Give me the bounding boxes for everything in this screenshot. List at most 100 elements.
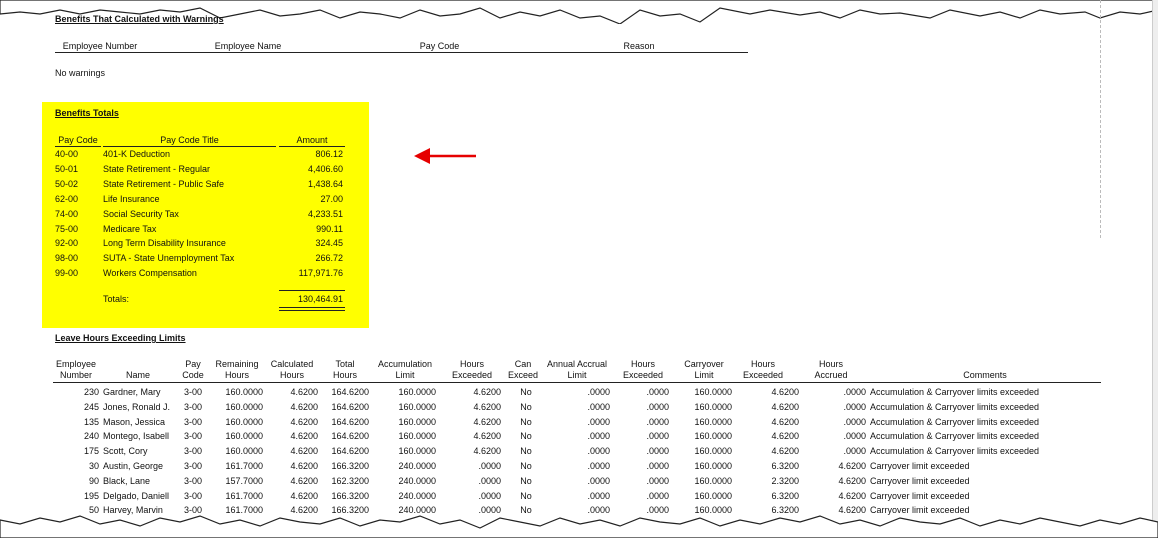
leave-cell: Black, Lane — [103, 475, 151, 486]
lh-header: Accumulation Limit — [377, 359, 433, 380]
leave-cell: 240.0000 — [398, 461, 436, 471]
bt-row-title: 401-K Deduction — [103, 149, 171, 159]
leave-cell: 2.3200 — [771, 475, 799, 486]
bt-row-code: 74-00 — [55, 209, 79, 219]
bt-row-amount: 324.45 — [315, 238, 343, 248]
leave-cell: 160.0000 — [398, 416, 436, 427]
leave-cell: 160.0000 — [398, 446, 436, 457]
leave-cell: 160.0000 — [694, 416, 732, 427]
bt-row-amount: 990.11 — [316, 224, 343, 234]
leave-cell: No — [520, 446, 532, 457]
lh-header: Annual Accrual Limit — [546, 359, 608, 380]
leave-cell: Austin, George — [103, 461, 164, 471]
leave-cell: No — [520, 431, 532, 442]
leave-section-title: Leave Hours Exceeding Limits — [55, 333, 186, 343]
leave-cell: Scott, Cory — [103, 446, 148, 457]
lh-header: Remaining Hours — [215, 359, 259, 380]
leave-cell: Gardner, Mary — [103, 387, 161, 397]
leave-cell: 230 — [83, 387, 99, 397]
leave-cell: 4.6200 — [290, 475, 318, 486]
leave-cell: 3-00 — [183, 446, 202, 457]
leave-cell: 240.0000 — [398, 475, 436, 486]
leave-cell: 135 — [83, 416, 99, 427]
bt-totals-rule-top — [279, 290, 345, 291]
leave-cell: 4.6200 — [771, 387, 799, 397]
leave-cell: 4.6200 — [290, 387, 318, 397]
leave-cell: .0000 — [587, 387, 610, 397]
leave-cell: 164.6200 — [331, 446, 369, 457]
leave-cell: 4.6200 — [473, 446, 501, 457]
leave-cell: Carryover limit exceeded — [870, 475, 970, 486]
bt-row-amount: 117,971.76 — [298, 268, 343, 278]
lh-header: Hours Exceeded — [742, 359, 784, 380]
header-employee-name: Employee Name — [214, 41, 282, 51]
leave-cell: 3-00 — [183, 490, 202, 501]
leave-cell: 160.0000 — [694, 431, 732, 442]
leave-cell: 3-00 — [183, 416, 202, 427]
leave-cell: 160.0000 — [694, 387, 732, 397]
leave-cell: 3-00 — [183, 461, 202, 471]
bt-header-rule-3 — [279, 146, 345, 147]
leave-cell: 30 — [88, 461, 99, 471]
leave-cell: .0000 — [646, 475, 669, 486]
leave-cell: 4.6200 — [771, 431, 799, 442]
bt-row-title: Life Insurance — [103, 194, 160, 204]
leave-cell: No — [520, 416, 532, 427]
leave-cell: .0000 — [646, 461, 669, 471]
leave-cell: 164.6200 — [331, 387, 369, 397]
leave-cell: 245 — [83, 401, 99, 412]
leave-cell: .0000 — [646, 401, 669, 412]
bt-header-amount: Amount — [296, 135, 328, 145]
bt-row-code: 92-00 — [55, 238, 79, 248]
bt-row-code: 75-00 — [55, 224, 79, 234]
leave-cell: No — [520, 490, 532, 501]
leave-cell: 3-00 — [183, 475, 202, 486]
leave-cell: 160.0000 — [398, 401, 436, 412]
bt-totals-label: Totals: — [103, 294, 130, 304]
leave-cell: 4.6200 — [771, 416, 799, 427]
leave-cell: 4.6200 — [290, 416, 318, 427]
leave-cell: .0000 — [843, 387, 866, 397]
leave-cell: 3-00 — [183, 387, 202, 397]
scrollbar[interactable] — [1152, 0, 1158, 538]
bt-header-rule-2 — [103, 146, 276, 147]
leave-cell: .0000 — [587, 490, 610, 501]
leave-cell: Accumulation & Carryover limits exceeded — [870, 431, 1040, 442]
leave-cell: No — [520, 461, 532, 471]
leave-cell: 175 — [83, 446, 99, 457]
leave-cell: 157.7000 — [225, 475, 263, 486]
leave-cell: 6.3200 — [771, 490, 799, 501]
leave-cell: Mason, Jessica — [103, 416, 166, 427]
leave-cell: 164.6200 — [331, 401, 369, 412]
leave-cell: 161.7000 — [225, 490, 263, 501]
lh-header: Can Exceed — [507, 359, 539, 380]
lh-header: Comments — [963, 370, 1007, 380]
bt-header-pay-code-title: Pay Code Title — [160, 135, 219, 145]
leave-cell: 6.3200 — [771, 461, 799, 471]
torn-paper-bottom-edge — [0, 515, 1158, 538]
leave-cell: No — [520, 387, 532, 397]
leave-cell: .0000 — [646, 416, 669, 427]
leave-cell: 4.6200 — [290, 490, 318, 501]
leave-cell: 4.6200 — [838, 475, 866, 486]
bt-row-amount: 806.12 — [315, 149, 343, 159]
leave-cell: 4.6200 — [838, 461, 866, 471]
leave-cell: .0000 — [587, 461, 610, 471]
leave-cell: .0000 — [478, 461, 501, 471]
lh-header: Hours Exceeded — [622, 359, 664, 380]
leave-cell: Accumulation & Carryover limits exceeded — [870, 446, 1040, 457]
bt-row-code: 50-02 — [55, 179, 79, 189]
lh-header: Employee Number — [55, 359, 97, 380]
leave-cell: 166.3200 — [331, 490, 369, 501]
bt-row-code: 99-00 — [55, 268, 79, 278]
leave-cell: 160.0000 — [225, 446, 263, 457]
leave-cell: 4.6200 — [473, 431, 501, 442]
leave-cell: 4.6200 — [771, 446, 799, 457]
bt-row-amount: 4,233.51 — [307, 209, 343, 219]
leave-cell: Accumulation & Carryover limits exceeded — [870, 387, 1040, 397]
leave-cell: 3-00 — [183, 431, 202, 442]
right-margin-guide — [1100, 0, 1102, 238]
header-reason: Reason — [623, 41, 655, 51]
bt-row-code: 40-00 — [55, 149, 79, 159]
leave-cell: .0000 — [843, 446, 866, 457]
